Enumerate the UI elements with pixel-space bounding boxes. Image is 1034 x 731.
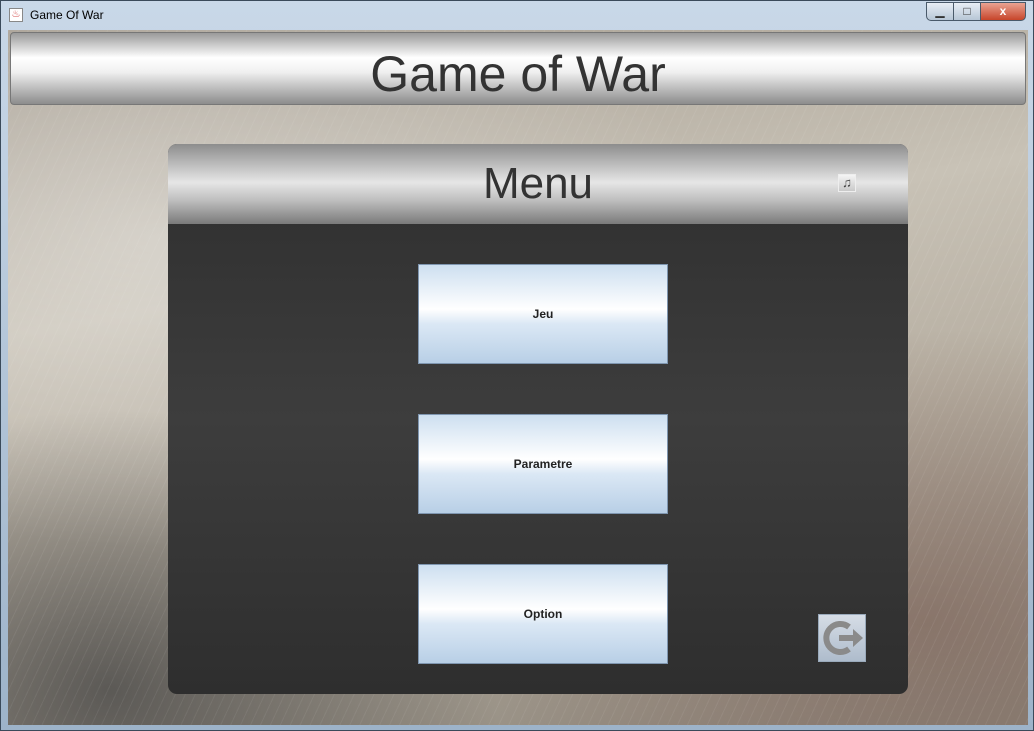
maximize-button[interactable]: □ [953,2,981,21]
window-controls: ▁ □ x [926,2,1026,22]
title-bar: ♨ Game Of War ▁ □ x [1,1,1033,29]
close-button[interactable]: x [980,2,1026,21]
jeu-button[interactable]: Jeu [418,264,668,364]
java-app-icon: ♨ [9,8,23,22]
exit-button[interactable] [818,614,866,662]
window-title: Game Of War [30,8,104,22]
parametre-button[interactable]: Parametre [418,414,668,514]
option-button[interactable]: Option [418,564,668,664]
header-bar: Game of War [10,32,1026,105]
game-background: Game of War Menu ♫ Jeu Parametre Option [8,30,1028,725]
minimize-button[interactable]: ▁ [926,2,954,21]
menu-header: Menu ♫ [168,144,908,224]
menu-panel: Menu ♫ Jeu Parametre Option [168,144,908,694]
music-note-icon: ♫ [842,175,852,190]
menu-title: Menu [482,159,594,208]
header-title: Game of War [370,46,666,102]
exit-icon [823,621,863,655]
music-toggle-button[interactable]: ♫ [838,174,856,192]
app-window: ♨ Game Of War ▁ □ x Game of War Menu ♫ J… [0,0,1034,731]
